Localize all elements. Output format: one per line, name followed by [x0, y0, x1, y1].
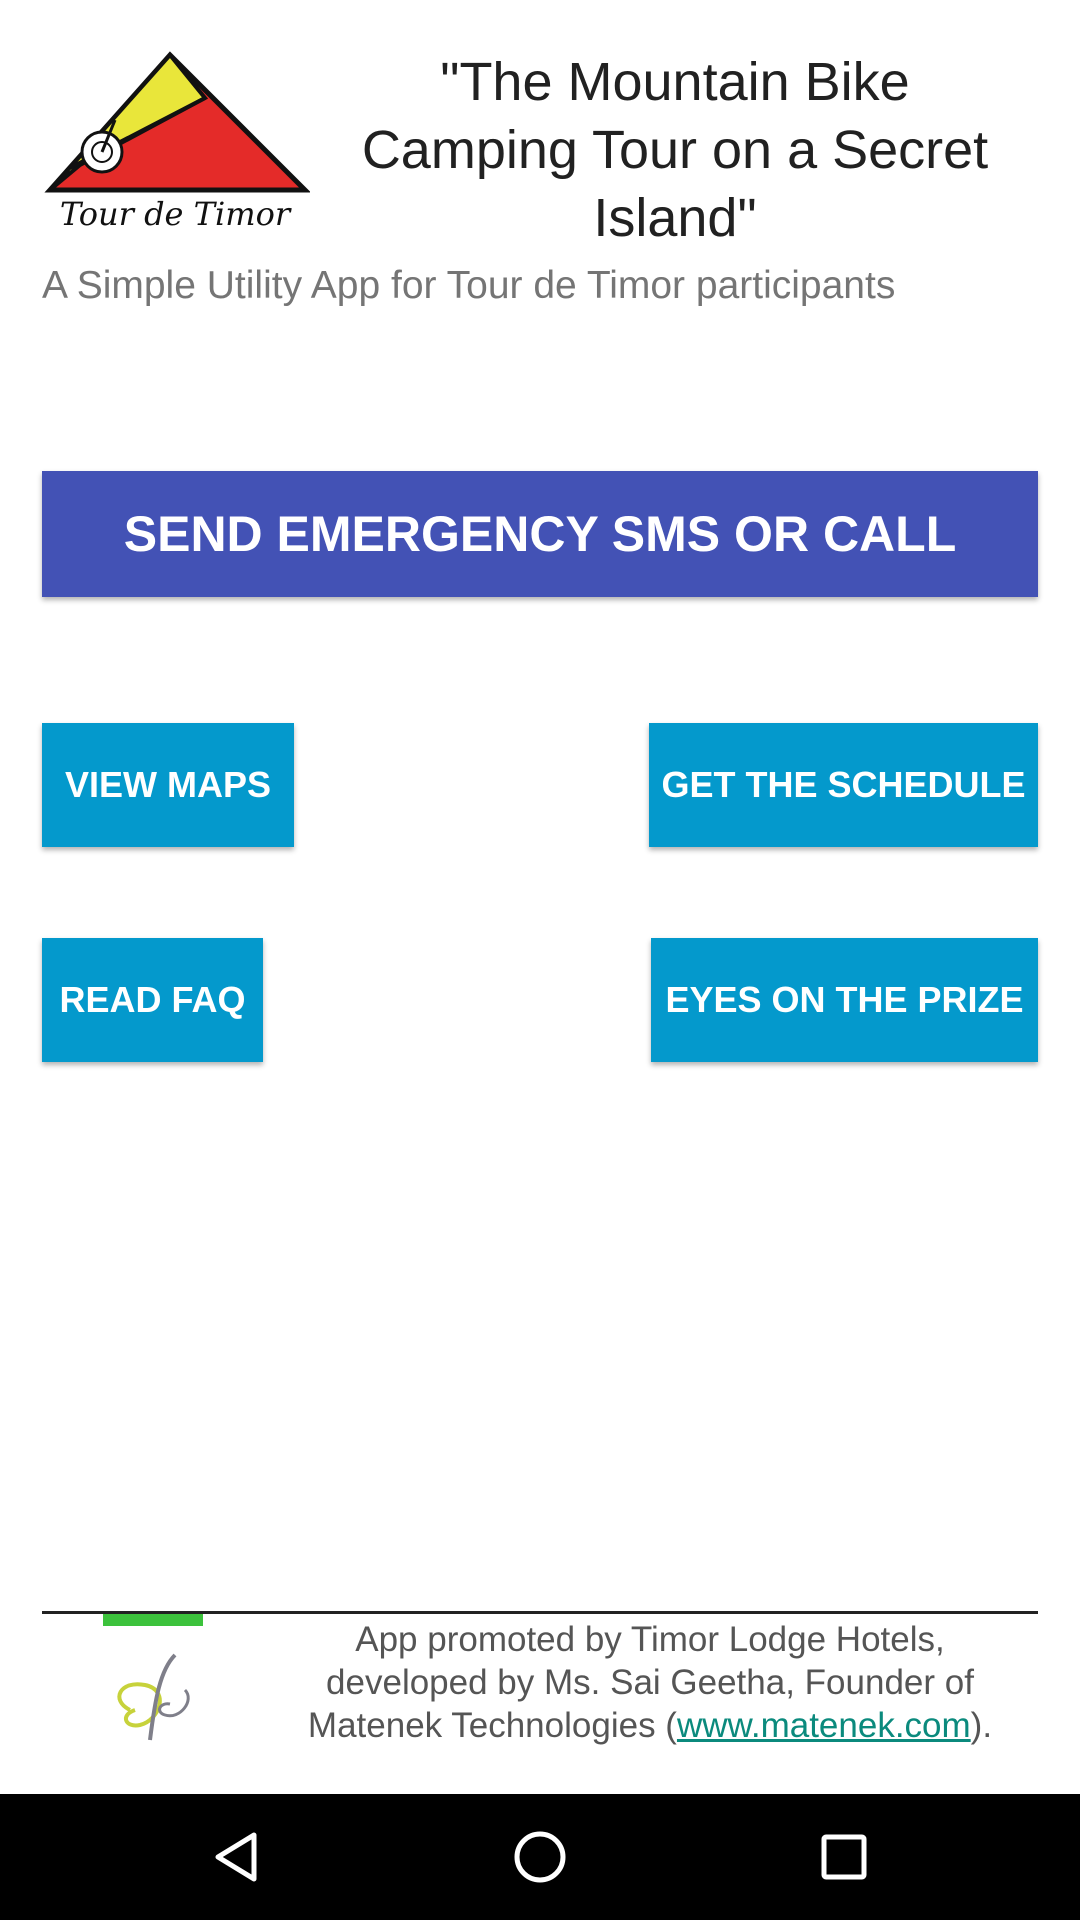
matenek-website-link[interactable]: www.matenek.com — [677, 1706, 971, 1745]
get-schedule-button[interactable]: GET THE SCHEDULE — [649, 723, 1038, 847]
footer-credits: App promoted by Timor Lodge Hotels, deve… — [270, 1618, 1030, 1747]
matenek-logo-icon — [100, 1640, 210, 1750]
home-icon[interactable] — [500, 1817, 580, 1897]
send-emergency-button[interactable]: SEND EMERGENCY SMS OR CALL — [42, 471, 1038, 597]
view-maps-button[interactable]: VIEW MAPS — [42, 723, 294, 847]
system-navigation-bar — [0, 1794, 1080, 1920]
back-icon[interactable] — [196, 1817, 276, 1897]
read-faq-button[interactable]: READ FAQ — [42, 938, 263, 1062]
app-title: "The Mountain Bike Camping Tour on a Sec… — [361, 52, 989, 248]
recents-icon[interactable] — [804, 1817, 884, 1897]
footer-text-after: ). — [970, 1706, 993, 1745]
tour-de-timor-logo: Tour de Timor — [40, 40, 312, 240]
footer-accent-bar — [103, 1614, 203, 1626]
app-subtitle: A Simple Utility App for Tour de Timor p… — [42, 264, 896, 307]
logo-text: Tour de Timor — [60, 195, 292, 233]
eyes-on-prize-button[interactable]: EYES ON THE PRIZE — [651, 938, 1038, 1062]
